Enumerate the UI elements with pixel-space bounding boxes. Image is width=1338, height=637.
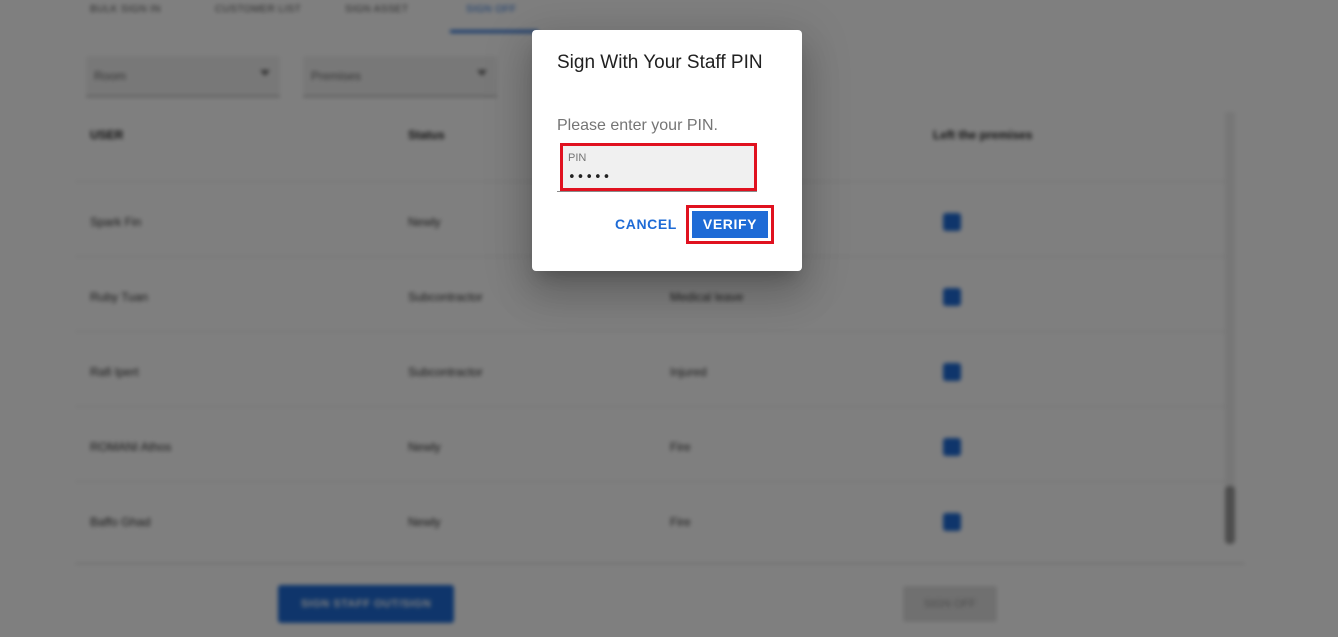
verify-button[interactable]: VERIFY [692,211,768,238]
verify-button-highlight: VERIFY [686,205,774,244]
pin-input[interactable] [568,168,748,186]
dialog-title: Sign With Your Staff PIN [557,52,763,73]
cancel-button[interactable]: CANCEL [611,210,681,238]
dialog-message: Please enter your PIN. [557,117,718,134]
pin-field-underline [557,191,757,192]
staff-pin-dialog: Sign With Your Staff PIN Please enter yo… [532,30,802,271]
pin-field-label: PIN [568,152,587,164]
pin-field[interactable]: PIN [557,143,757,193]
